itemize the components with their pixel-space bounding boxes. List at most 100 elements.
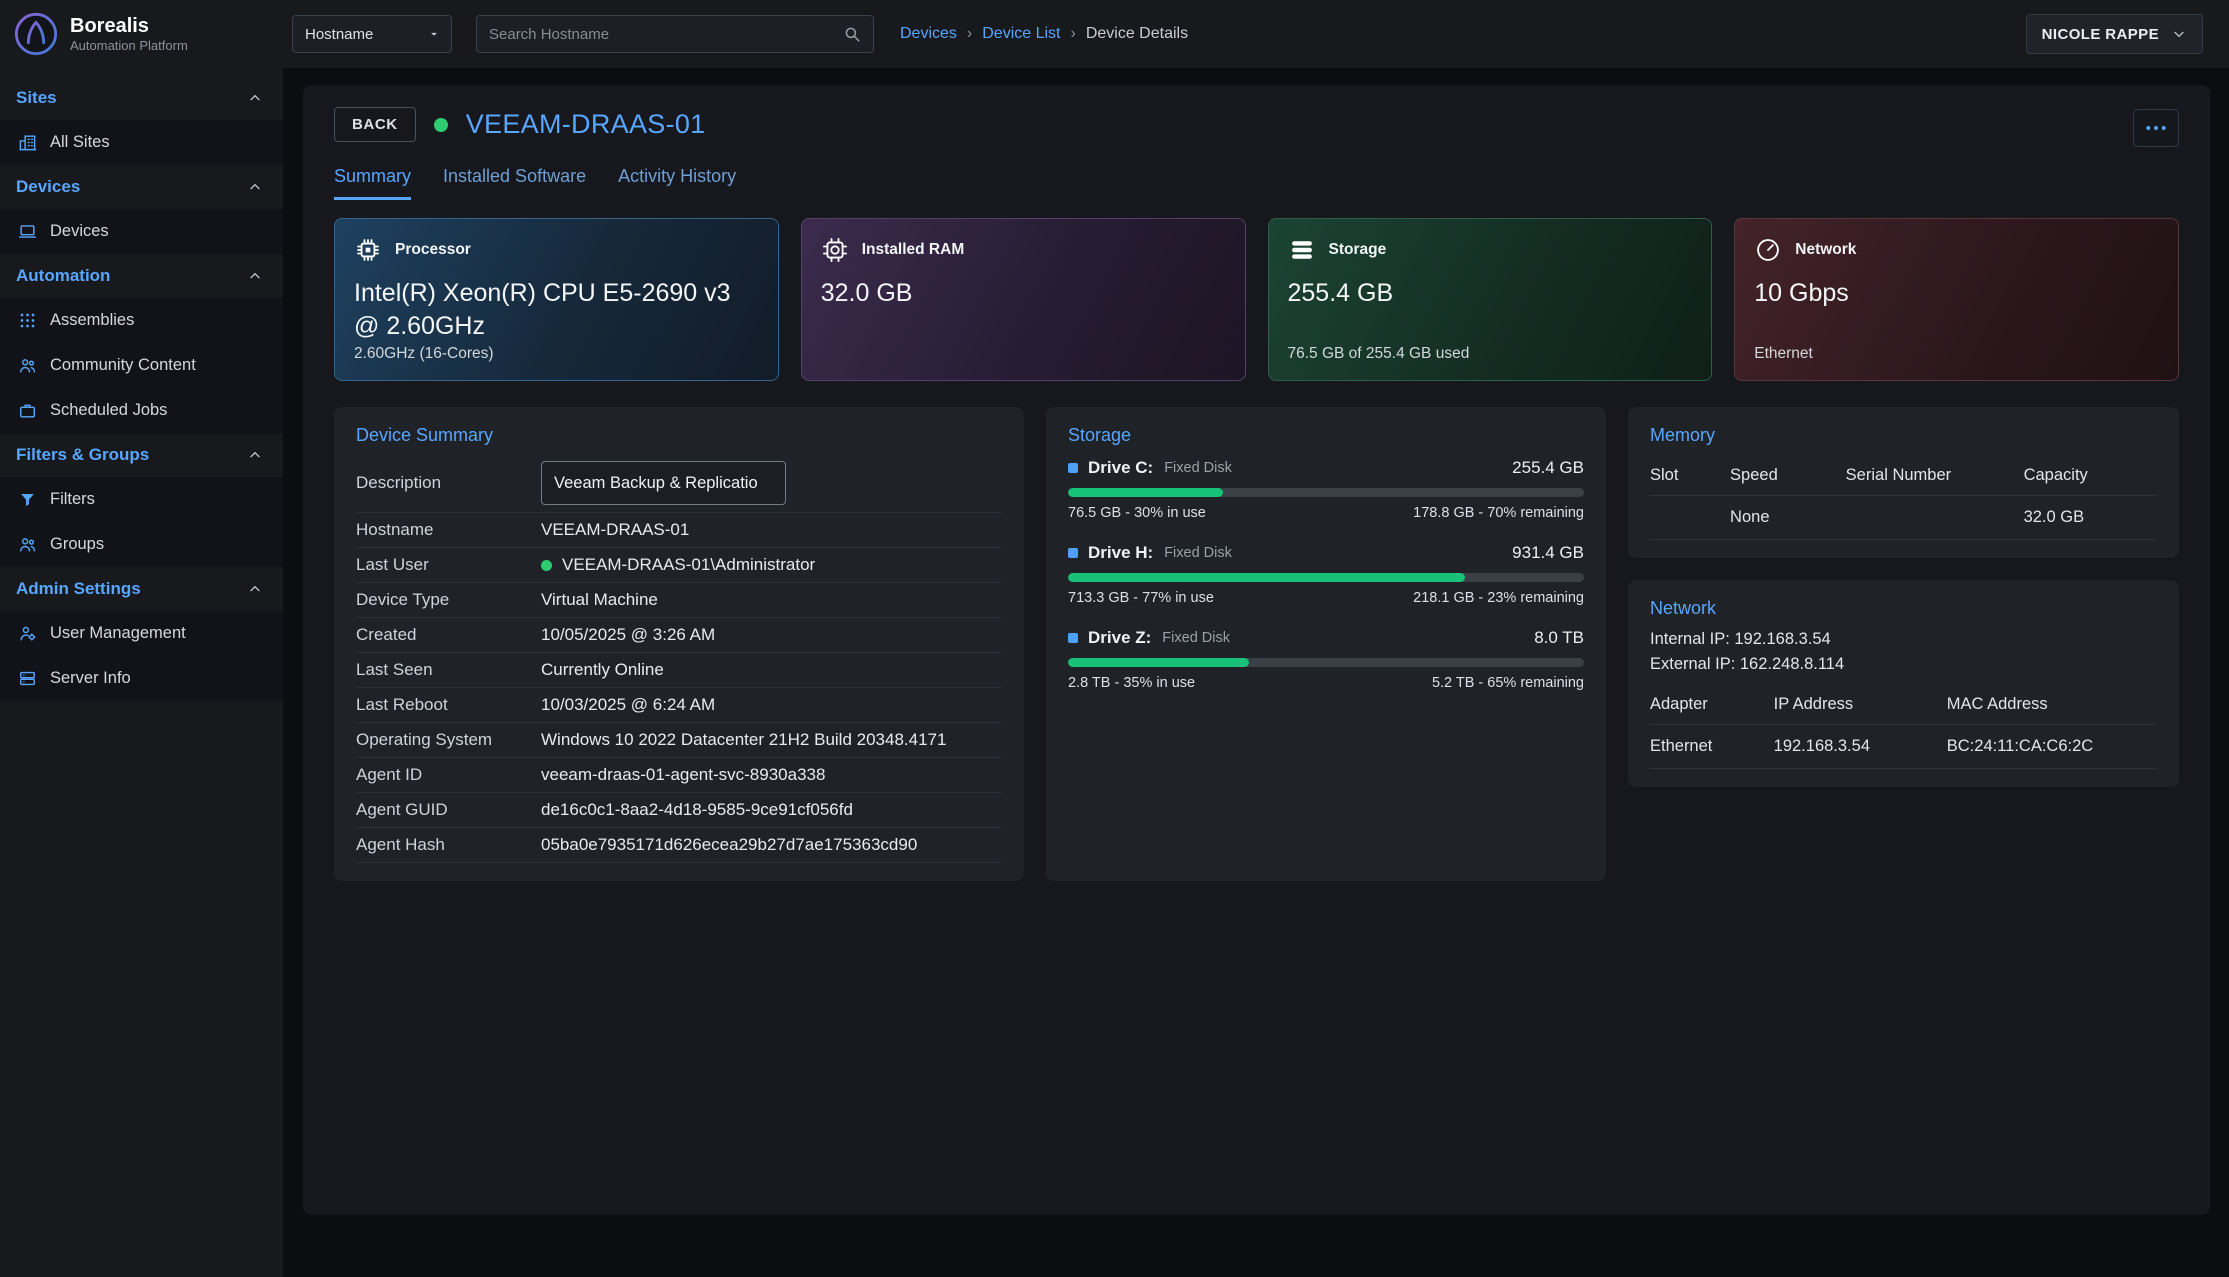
sidebar-item-label: Groups [50,535,104,554]
sidebar-section-sites[interactable]: Sites [0,76,283,120]
card-value: 32.0 GB [821,277,1226,310]
user-menu-button[interactable]: NICOLE RAPPE [2026,14,2203,54]
drive-c: Drive C: Fixed Disk 255.4 GB 76.5 GB - 3… [1068,458,1584,521]
summary-row-last-reboot: Last Reboot 10/03/2025 @ 6:24 AM [356,688,1002,723]
card-label: Storage [1329,241,1387,259]
sidebar-item-scheduled-jobs[interactable]: Scheduled Jobs [0,388,283,433]
back-button[interactable]: BACK [334,107,416,142]
scheduled-jobs-icon [18,401,37,420]
sidebar-item-label: Scheduled Jobs [50,401,167,420]
sites-icon [18,133,37,152]
search-icon[interactable] [843,25,861,43]
drive-usage-bar [1068,658,1584,667]
processor-card: Processor Intel(R) Xeon(R) CPU E5-2690 v… [334,218,779,381]
dropdown-caret-icon [427,27,441,41]
card-label: Network [1795,241,1856,259]
sidebar-item-label: Assemblies [50,311,134,330]
cpu-icon [354,236,382,264]
installed-ram-card: Installed RAM 32.0 GB [801,218,1246,381]
summary-row-description: Description [356,454,1002,513]
drive-remaining: 218.1 GB - 23% remaining [1413,590,1584,606]
sidebar-item-label: Server Info [50,669,131,688]
sidebar-section-devices[interactable]: Devices [0,165,283,209]
user-name: NICOLE RAPPE [2042,26,2159,43]
filters-icon [18,490,37,509]
memory-header-slot: Slot [1650,454,1730,496]
sidebar-section-filters-groups[interactable]: Filters & Groups [0,433,283,477]
server-info-icon [18,669,37,688]
panel-title: Memory [1650,425,2157,446]
summary-row-agent-hash: Agent Hash 05ba0e7935171d626ecea29b27d7a… [356,828,1002,863]
memory-cell-slot [1650,496,1730,540]
memory-header-speed: Speed [1730,454,1846,496]
stat-cards: Processor Intel(R) Xeon(R) CPU E5-2690 v… [334,218,2179,381]
sidebar-item-server-info[interactable]: Server Info [0,656,283,701]
network-panel: Network Internal IP: 192.168.3.54 Extern… [1628,580,2179,787]
memory-header-serial: Serial Number [1846,454,2024,496]
drive-used: 2.8 TB - 35% in use [1068,675,1195,691]
groups-icon [18,535,37,554]
breadcrumb-device-list[interactable]: Device List [982,25,1060,43]
sidebar-item-assemblies[interactable]: Assemblies [0,298,283,343]
ram-chip-icon [821,236,849,264]
breadcrumb-devices[interactable]: Devices [900,25,957,43]
sidebar-section-automation[interactable]: Automation [0,254,283,298]
sidebar-item-filters[interactable]: Filters [0,477,283,522]
drive-z: Drive Z: Fixed Disk 8.0 TB 2.8 TB - 35% … [1068,628,1584,691]
card-label: Processor [395,241,471,259]
summary-row-agent-id: Agent ID veeam-draas-01-agent-svc-8930a3… [356,758,1002,793]
description-input[interactable] [541,461,786,505]
device-name: VEEAM-DRAAS-01 [466,109,706,140]
panel-title: Storage [1068,425,1584,446]
more-actions-button[interactable] [2133,109,2179,147]
chevron-up-icon [247,90,263,106]
sidebar-item-groups[interactable]: Groups [0,522,283,567]
sidebar-item-devices[interactable]: Devices [0,209,283,254]
tab-installed-software[interactable]: Installed Software [443,166,586,200]
memory-header-capacity: Capacity [2024,454,2157,496]
network-gauge-icon [1754,236,1782,264]
sidebar-item-label: Community Content [50,356,196,375]
chevron-up-icon [247,268,263,284]
device-header: BACK VEEAM-DRAAS-01 [334,107,2179,142]
search-field-dropdown[interactable]: Hostname [292,15,452,53]
sidebar-section-admin-settings[interactable]: Admin Settings [0,567,283,611]
sidebar-item-all-sites[interactable]: All Sites [0,120,283,165]
card-label: Installed RAM [862,241,964,259]
card-footer: 2.60GHz (16-Cores) [354,345,759,363]
sidebar-item-community-content[interactable]: Community Content [0,343,283,388]
tab-activity-history[interactable]: Activity History [618,166,736,200]
user-management-icon [18,624,37,643]
sidebar-item-user-management[interactable]: User Management [0,611,283,656]
brand-subtitle: Automation Platform [70,38,188,53]
sidebar-item-label: Filters [50,490,95,509]
brand-name: Borealis [70,15,188,38]
breadcrumb-separator: › [967,25,972,43]
drive-bullet-icon [1068,633,1078,643]
storage-panel: Storage Drive C: Fixed Disk 255.4 GB [1046,407,1606,881]
card-footer: 76.5 GB of 255.4 GB used [1288,345,1693,363]
chevron-down-icon [2171,26,2187,42]
external-ip: External IP: 162.248.8.114 [1650,652,2157,677]
memory-cell-speed: None [1730,496,1846,540]
search-input[interactable] [489,26,843,43]
network-header-mac: MAC Address [1947,683,2157,725]
sidebar-item-label: User Management [50,624,186,643]
summary-row-device-type: Device Type Virtual Machine [356,583,1002,618]
breadcrumb: Devices › Device List › Device Details [900,25,1188,43]
breadcrumb-current: Device Details [1086,25,1188,43]
search-field-dropdown-label: Hostname [305,26,373,43]
drive-bullet-icon [1068,548,1078,558]
card-footer: Ethernet [1754,345,2159,363]
chevron-up-icon [247,179,263,195]
summary-row-last-user: Last User VEEAM-DRAAS-01\Administrator [356,548,1002,583]
tab-summary[interactable]: Summary [334,166,411,200]
main-content: BACK VEEAM-DRAAS-01 Summary Installed So… [284,68,2229,1277]
storage-card: Storage 255.4 GB 76.5 GB of 255.4 GB use… [1268,218,1713,381]
card-value: Intel(R) Xeon(R) CPU E5-2690 v3 @ 2.60GH… [354,277,759,343]
drive-bullet-icon [1068,463,1078,473]
summary-row-agent-guid: Agent GUID de16c0c1-8aa2-4d18-9585-9ce91… [356,793,1002,828]
network-card: Network 10 Gbps Ethernet [1734,218,2179,381]
device-details-panel: BACK VEEAM-DRAAS-01 Summary Installed So… [303,85,2210,1215]
network-cell-adapter: Ethernet [1650,725,1774,769]
